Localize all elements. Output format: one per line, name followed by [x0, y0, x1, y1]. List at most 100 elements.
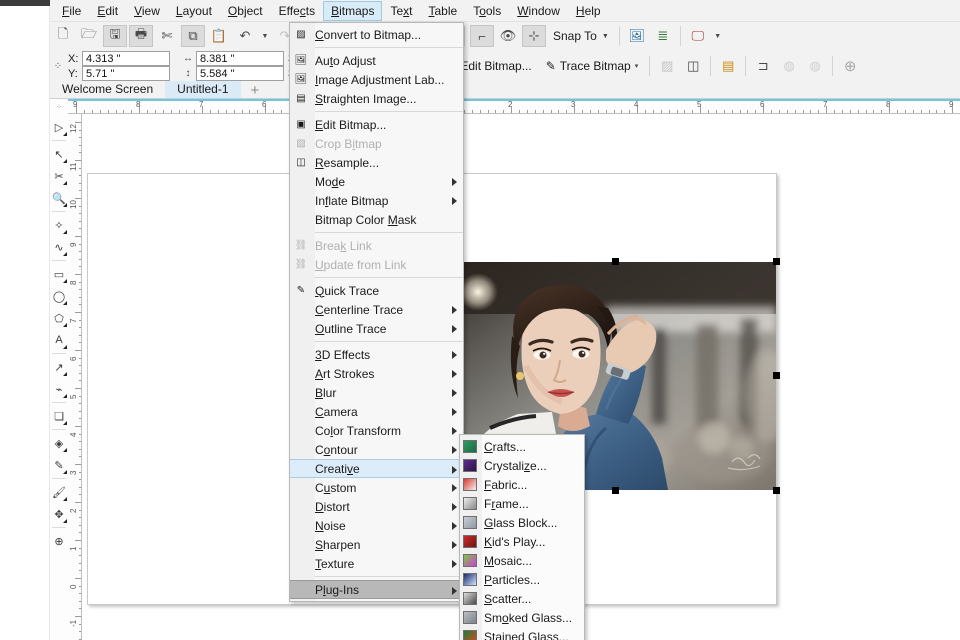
menu-item-auto-adjust[interactable]: 🖼Auto Adjust	[290, 51, 463, 70]
pick-tool-icon[interactable]: ▷	[50, 116, 68, 138]
menubar[interactable]: FileEditViewLayoutObjectEffectsBitmapsTe…	[50, 0, 960, 22]
menubar-item-help[interactable]: Help	[568, 1, 609, 21]
tool-flyout-arrow-icon[interactable]	[63, 497, 67, 501]
height-input[interactable]	[196, 66, 284, 81]
menu-item-bitmap-color-mask[interactable]: Bitmap Color Mask	[290, 210, 463, 229]
connector-tool-icon[interactable]: ⌁	[50, 378, 68, 400]
toolbox[interactable]: ▷↖✂🔍✧∿▭◯⬠A↗⌁❏◈✎🖌✥⊕	[50, 114, 68, 640]
submenu-item-crafts[interactable]: Crafts...	[460, 437, 584, 456]
menubar-item-window[interactable]: Window	[509, 1, 568, 21]
menu-item-convert-to-bitmap[interactable]: ▨Convert to Bitmap...	[290, 25, 463, 44]
bitmaps-dropdown-menu[interactable]: ▨Convert to Bitmap... 🖼Auto Adjust🖼Image …	[289, 22, 464, 602]
application-launcher-icon[interactable]: 🖵	[686, 25, 710, 47]
tool-flyout-arrow-icon[interactable]	[63, 301, 67, 305]
shape-tool-icon[interactable]: ↖	[50, 143, 68, 165]
menu-item-contour[interactable]: Contour	[290, 440, 463, 459]
tool-flyout-arrow-icon[interactable]	[63, 345, 67, 349]
tool-flyout-arrow-icon[interactable]	[63, 132, 67, 136]
menubar-item-view[interactable]: View	[126, 1, 168, 21]
document-tab-untitled-1[interactable]: Untitled-1	[165, 81, 240, 98]
color-eyedropper-tool-icon[interactable]: ✎	[50, 454, 68, 476]
menubar-item-text[interactable]: Text	[382, 1, 420, 21]
submenu-item-mosaic[interactable]: Mosaic...	[460, 551, 584, 570]
creative-submenu[interactable]: Crafts...Crystalize...Fabric...Frame...G…	[459, 434, 585, 640]
menubar-item-object[interactable]: Object	[220, 1, 271, 21]
tool-flyout-arrow-icon[interactable]	[63, 519, 67, 523]
parallel-dimension-tool-icon[interactable]: ↗	[50, 356, 68, 378]
tool-flyout-arrow-icon[interactable]	[63, 203, 67, 207]
menu-item-custom[interactable]: Custom	[290, 478, 463, 497]
submenu-item-scatter[interactable]: Scatter...	[460, 589, 584, 608]
object-manager-icon[interactable]: ≣	[651, 25, 675, 47]
ruler-origin-button[interactable]: ⁘	[50, 99, 68, 114]
menu-item-blur[interactable]: Blur	[290, 383, 463, 402]
menubar-item-bitmaps[interactable]: Bitmaps	[323, 1, 382, 21]
size-fields[interactable]: ↔ ↕	[180, 51, 284, 81]
tool-flyout-arrow-icon[interactable]	[63, 421, 67, 425]
position-fields[interactable]: X: Y:	[68, 51, 170, 81]
print-document-icon[interactable]: 🖶	[129, 25, 153, 47]
y-position-input[interactable]	[82, 66, 170, 81]
menu-item-color-transform[interactable]: Color Transform	[290, 421, 463, 440]
menu-item-image-adjustment-lab[interactable]: 🖼Image Adjustment Lab...	[290, 70, 463, 89]
new-document-tab-button[interactable]: +	[241, 83, 270, 98]
undo-icon[interactable]: ↶	[233, 25, 257, 47]
tool-flyout-arrow-icon[interactable]	[63, 230, 67, 234]
document-tab-bar[interactable]: Welcome ScreenUntitled-1+	[50, 82, 960, 99]
menu-item-distort[interactable]: Distort	[290, 497, 463, 516]
rectangle-tool-icon[interactable]: ▭	[50, 263, 68, 285]
menubar-item-effects[interactable]: Effects	[271, 1, 323, 21]
menu-item-camera[interactable]: Camera	[290, 402, 463, 421]
menu-item-centerline-trace[interactable]: Centerline Trace	[290, 300, 463, 319]
smart-drawing-tool-icon[interactable]: ✥	[50, 503, 68, 525]
tool-flyout-arrow-icon[interactable]	[63, 372, 67, 376]
menu-item-resample[interactable]: ◫Resample...	[290, 153, 463, 172]
menu-item-noise[interactable]: Noise	[290, 516, 463, 535]
submenu-item-stained-glass[interactable]: Stained Glass...	[460, 627, 584, 640]
show-rulers-icon[interactable]: ⌐	[470, 25, 494, 47]
undo-dropdown-icon[interactable]: ▼	[259, 25, 271, 47]
menu-item-outline-trace[interactable]: Outline Trace	[290, 319, 463, 338]
quick-customize-icon[interactable]: ⊕	[50, 530, 68, 552]
menubar-item-tools[interactable]: Tools	[465, 1, 509, 21]
text-tool-icon[interactable]: A	[50, 329, 68, 351]
freehand-tool-icon[interactable]: ✧	[50, 214, 68, 236]
menu-item-creative[interactable]: Creative	[290, 459, 463, 478]
tool-flyout-arrow-icon[interactable]	[63, 394, 67, 398]
menubar-item-file[interactable]: File	[54, 1, 89, 21]
menubar-item-layout[interactable]: Layout	[168, 1, 220, 21]
submenu-item-glass-block[interactable]: Glass Block...	[460, 513, 584, 532]
tool-flyout-arrow-icon[interactable]	[63, 252, 67, 256]
property-bar[interactable]: ⁘ X: Y: ↔ ↕ 314.3 314.3	[50, 50, 960, 82]
drop-shadow-tool-icon[interactable]: ❏	[50, 405, 68, 427]
x-position-input[interactable]	[82, 51, 170, 66]
smart-fill-tool-icon[interactable]: ∿	[50, 236, 68, 258]
zoom-tool-icon[interactable]: 🔍	[50, 187, 68, 209]
cut-icon[interactable]: ✄	[155, 25, 179, 47]
menu-item-straighten-image[interactable]: ▤Straighten Image...	[290, 89, 463, 108]
submenu-item-kid-s-play[interactable]: Kid's Play...	[460, 532, 584, 551]
submenu-item-frame[interactable]: Frame...	[460, 494, 584, 513]
polygon-tool-icon[interactable]: ⬠	[50, 307, 68, 329]
tool-flyout-arrow-icon[interactable]	[63, 159, 67, 163]
tool-flyout-arrow-icon[interactable]	[63, 323, 67, 327]
tool-flyout-arrow-icon[interactable]	[63, 470, 67, 474]
wrap-text-icon[interactable]: ⊐	[751, 55, 775, 77]
transparency-tool-icon[interactable]: ◈	[50, 432, 68, 454]
submenu-item-particles[interactable]: Particles...	[460, 570, 584, 589]
open-document-icon[interactable]: 🗁	[77, 25, 101, 47]
copy-icon[interactable]: ⧉	[181, 25, 205, 47]
menu-item-art-strokes[interactable]: Art Strokes	[290, 364, 463, 383]
horizontal-ruler[interactable]: 987654123456789101112	[68, 99, 960, 114]
submenu-item-smoked-glass[interactable]: Smoked Glass...	[460, 608, 584, 627]
standard-toolbar[interactable]: 🗋 🗁 🖫 🖶 ✄ ⧉ 📋 ↶ ▼ ↷ ⌄ ⊞ ⌐ 👁 ⊹ Snap To ▼ …	[50, 22, 960, 50]
interactive-fill-tool-icon[interactable]: 🖌	[50, 481, 68, 503]
tool-flyout-arrow-icon[interactable]	[63, 279, 67, 283]
options-icon[interactable]: 🖼	[625, 25, 649, 47]
menu-item-quick-trace[interactable]: ✎Quick Trace	[290, 281, 463, 300]
submenu-item-crystalize[interactable]: Crystalize...	[460, 456, 584, 475]
menu-item-3d-effects[interactable]: 3D Effects	[290, 345, 463, 364]
menu-item-sharpen[interactable]: Sharpen	[290, 535, 463, 554]
application-launcher-chevron-icon[interactable]: ▼	[712, 25, 724, 47]
menu-item-inflate-bitmap[interactable]: Inflate Bitmap	[290, 191, 463, 210]
